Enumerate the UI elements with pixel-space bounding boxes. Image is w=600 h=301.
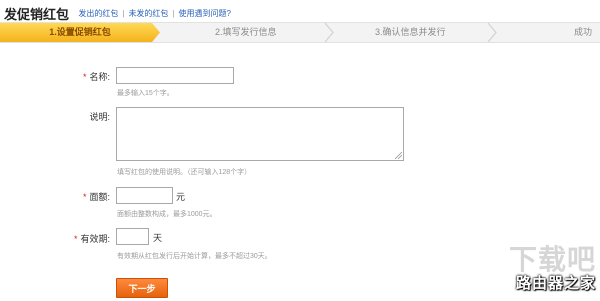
step-progress-bar: 1.设置促销红包 2.填写发行信息 3.确认信息并发行 成功 [0,22,600,43]
link-divider: | [122,9,125,18]
amount-hint: 面额由整数构成，最多1000元。 [117,211,217,218]
description-label: 说明: [89,112,110,122]
validity-input[interactable] [116,228,149,245]
link-divider: | [172,9,175,18]
watermark-bottom-text: 路由器之家 [515,274,596,292]
name-label: * 名称: [82,72,110,82]
validity-hint: 有效期从红包发行后开始计算，最多不超过30天。 [117,253,272,260]
validity-unit: 天 [153,233,163,243]
amount-unit: 元 [176,192,186,202]
required-marker: * [82,192,87,202]
help-link[interactable]: 使用遇到问题? [179,9,231,18]
unsent-redpacket-link[interactable]: 未发的红包 [128,9,168,18]
header-links: 发出的红包 | 未发的红包 | 使用遇到问题? [78,9,231,18]
step-3: 3.确认信息并发行 [375,27,446,37]
sent-redpacket-link[interactable]: 发出的红包 [78,9,118,18]
watermark: 下载吧 路由器之家 [466,238,596,298]
page-header: 发促销红包 发出的红包 | 未发的红包 | 使用遇到问题? [4,4,231,22]
step-2: 2.填写发行信息 [215,27,277,37]
page-title: 发促销红包 [4,7,70,22]
required-marker: * [82,72,87,82]
amount-input[interactable] [116,187,173,204]
validity-label: * 有效期: [73,234,110,244]
name-input[interactable] [116,67,234,84]
required-marker: * [73,234,78,244]
step-separator-arrow [486,23,498,42]
step-separator-arrow [323,23,335,42]
description-hint: 填写红包的使用说明。（还可输入128个字） [117,169,252,176]
description-textarea[interactable] [116,107,404,161]
resize-grip-icon[interactable] [395,152,402,159]
next-step-button[interactable]: 下一步 [116,278,168,298]
amount-label: * 面额: [82,192,110,202]
name-hint: 最多输入15个字。 [117,90,174,97]
step-4-success: 成功 [574,27,593,37]
step-1-current: 1.设置促销红包 [0,23,160,42]
